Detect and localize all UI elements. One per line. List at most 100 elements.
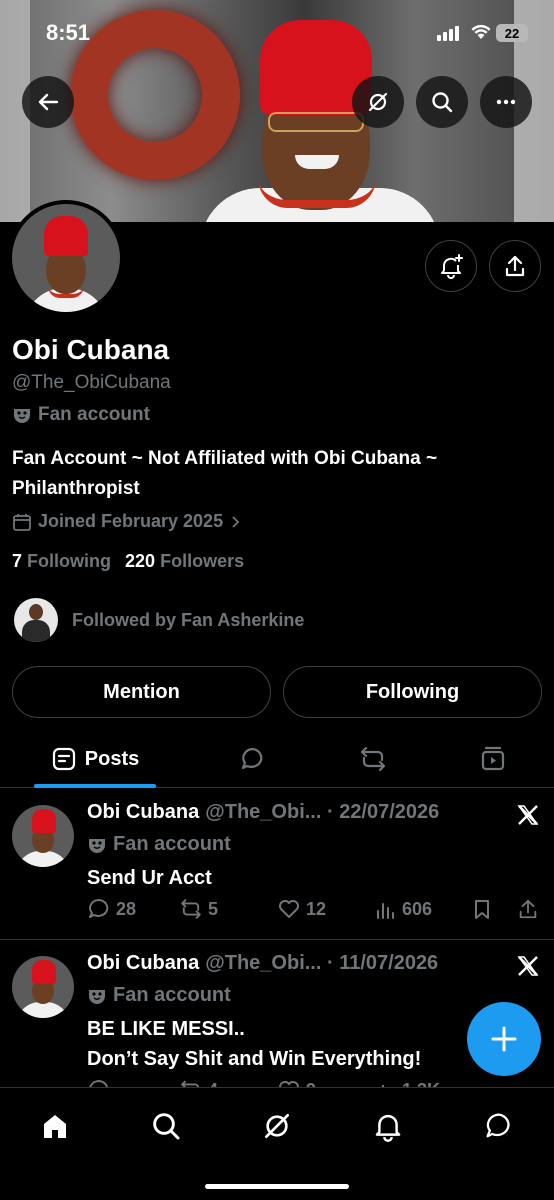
- post-avatar[interactable]: [12, 805, 74, 867]
- views-icon: [377, 903, 394, 919]
- search-icon: [432, 92, 453, 113]
- status-bar: 8:51 22: [0, 0, 554, 60]
- battery-level: 22: [504, 25, 520, 41]
- post-text: BE LIKE MESSI.. Don’t Say Shit and Win E…: [87, 1014, 421, 1074]
- joined-date[interactable]: Joined February 2025: [12, 511, 243, 532]
- post-fan-label: Fan account: [87, 833, 231, 856]
- views-count: 606: [402, 898, 433, 919]
- share-profile-button[interactable]: [489, 240, 541, 292]
- notification-subscribe-button[interactable]: [425, 240, 477, 292]
- tab-media[interactable]: [472, 730, 514, 788]
- notification-add-icon: [441, 254, 463, 279]
- followers-label: Followers: [160, 551, 245, 571]
- like-count: 12: [306, 898, 327, 919]
- search-button[interactable]: [416, 76, 468, 128]
- post-author-name[interactable]: Obi Cubana: [87, 952, 199, 975]
- home-icon: [44, 1115, 66, 1138]
- post-item[interactable]: Obi Cubana @The_Obi... · 11/07/2026 Fan …: [0, 940, 554, 1100]
- post-text-line: BE LIKE MESSI..: [87, 1018, 245, 1040]
- signal-icon: [437, 26, 459, 41]
- profile-tabs: Posts: [0, 730, 554, 788]
- share-icon: [505, 255, 525, 277]
- post-text: Send Ur Acct: [87, 863, 212, 893]
- nav-search[interactable]: [146, 1106, 186, 1146]
- reply-button[interactable]: 28: [87, 897, 136, 921]
- post-text-line: Send Ur Acct: [87, 867, 212, 889]
- battery-icon: 22: [496, 24, 528, 42]
- x-logo-icon: [516, 954, 540, 983]
- search-icon: [153, 1113, 180, 1140]
- chevron-right-icon: [232, 515, 240, 528]
- post-meta: @The_Obi... · 22/07/2026: [205, 801, 440, 823]
- wifi-icon: [470, 22, 492, 45]
- post-fan-text: Fan account: [113, 984, 231, 1006]
- profile-handle: @The_ObiCubana: [12, 372, 171, 393]
- media-icon: [481, 746, 505, 771]
- repost-count: 5: [208, 898, 219, 919]
- compose-post-button[interactable]: [467, 1002, 541, 1076]
- followers-count: 220: [125, 551, 156, 571]
- repost-button[interactable]: 5: [179, 897, 218, 921]
- nav-notifications[interactable]: [368, 1106, 408, 1146]
- profile-avatar[interactable]: [8, 200, 124, 316]
- heart-icon: [279, 900, 299, 918]
- status-time: 8:51: [46, 20, 91, 45]
- mask-icon: [89, 989, 105, 1004]
- following-button[interactable]: Following: [283, 666, 542, 718]
- mask-icon: [89, 838, 105, 853]
- like-button[interactable]: 12: [277, 897, 326, 921]
- profile-bio: Fan Account ~ Not Affiliated with Obi Cu…: [12, 444, 532, 504]
- grok-icon: [368, 92, 388, 112]
- reply-count: 28: [116, 898, 137, 919]
- replies-icon: [241, 747, 263, 770]
- post-author-name[interactable]: Obi Cubana: [87, 801, 199, 824]
- more-button[interactable]: [480, 76, 532, 128]
- back-button[interactable]: [22, 76, 74, 128]
- post-header: Obi Cubana @The_Obi... · 22/07/2026: [87, 801, 439, 824]
- home-indicator: [205, 1184, 349, 1189]
- post-item[interactable]: Obi Cubana @The_Obi... · 22/07/2026 Fan …: [0, 789, 554, 940]
- bio-line-1: Fan Account ~ Not Affiliated with Obi Cu…: [12, 448, 438, 469]
- x-logo-icon: [516, 803, 540, 832]
- following-count: 7: [12, 551, 23, 571]
- bookmark-button[interactable]: [471, 898, 493, 920]
- tab-reposts[interactable]: [352, 730, 394, 788]
- profile-name: Obi Cubana: [12, 334, 170, 365]
- repost-icon: [181, 899, 201, 919]
- tab-replies[interactable]: [232, 730, 274, 788]
- nav-messages[interactable]: [479, 1106, 519, 1146]
- grok-icon: [265, 1114, 289, 1138]
- nav-home[interactable]: [35, 1106, 75, 1146]
- mask-icon: [14, 409, 30, 423]
- tab-posts[interactable]: Posts: [34, 730, 156, 788]
- post-avatar[interactable]: [12, 956, 74, 1018]
- nav-grok[interactable]: [257, 1106, 297, 1146]
- tab-posts-label: Posts: [84, 747, 140, 770]
- more-icon: [496, 99, 516, 105]
- follow-stats: 7 Following 220 Followers: [12, 551, 244, 572]
- following-link[interactable]: 7 Following: [12, 551, 111, 572]
- grok-button[interactable]: [352, 76, 404, 128]
- post-fan-text: Fan account: [113, 833, 231, 855]
- bio-line-2: Philanthropist: [12, 478, 140, 499]
- post-fan-label: Fan account: [87, 984, 231, 1007]
- share-post-button[interactable]: [517, 898, 539, 920]
- post-text-line: Don’t Say Shit and Win Everything!: [87, 1048, 422, 1070]
- posts-icon: [52, 747, 75, 771]
- post-meta: @The_Obi... · 11/07/2026: [205, 952, 439, 974]
- plus-icon: [491, 1026, 517, 1052]
- follower-avatar: [14, 598, 58, 642]
- followed-by[interactable]: Followed by Fan Asherkine: [14, 598, 304, 642]
- views-button[interactable]: 606: [375, 898, 432, 920]
- reply-icon: [89, 899, 109, 918]
- fan-account-label[interactable]: Fan account: [12, 404, 150, 426]
- mention-button[interactable]: Mention: [12, 666, 271, 718]
- post-actions: 28 5 12 606: [87, 897, 547, 921]
- bell-icon: [375, 1114, 401, 1142]
- joined-text: Joined February 2025: [38, 511, 224, 531]
- back-arrow-icon: [38, 93, 59, 111]
- followers-link[interactable]: 220 Followers: [125, 551, 244, 572]
- active-tab-indicator: [34, 784, 156, 788]
- following-label: Following: [27, 551, 112, 571]
- repost-icon: [360, 746, 386, 772]
